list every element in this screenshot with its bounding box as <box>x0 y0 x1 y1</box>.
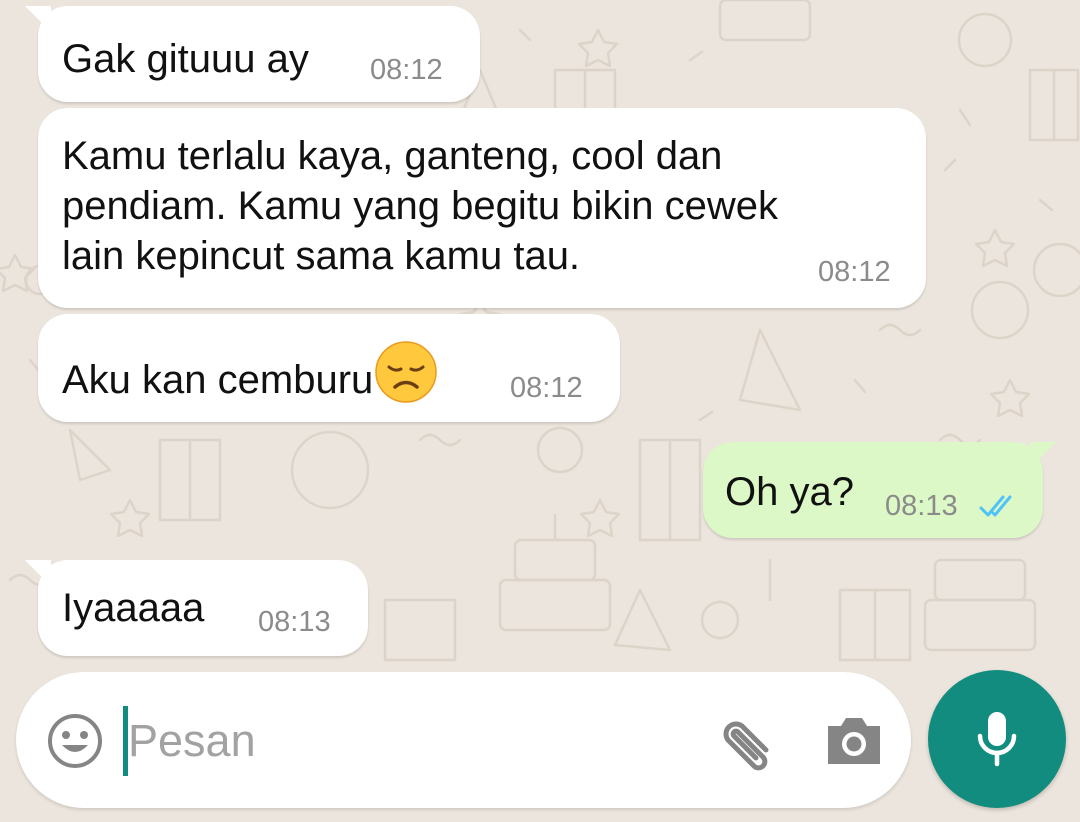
bubble-tail <box>25 6 51 32</box>
voice-record-button[interactable] <box>928 670 1066 808</box>
message-input[interactable] <box>128 706 688 776</box>
message-bubble-outgoing[interactable]: Oh ya? 08:13 <box>703 442 1056 538</box>
message-timestamp: 08:13 <box>885 490 958 522</box>
smiley-icon[interactable] <box>46 712 104 770</box>
message-text: Oh ya? <box>725 470 854 514</box>
microphone-icon <box>977 712 1017 767</box>
message-text: Aku kan cemburu <box>62 341 438 405</box>
message-bubble-incoming[interactable]: Kamu terlalu kaya, ganteng, cool dan pen… <box>38 108 926 308</box>
message-text: pendiam. Kamu yang begitu bikin cewek <box>62 184 778 228</box>
message-timestamp: 08:12 <box>510 372 583 404</box>
message-text-content: Aku kan cemburu <box>62 358 374 402</box>
message-text: Iyaaaaa <box>62 586 205 630</box>
bubble-tail <box>25 560 51 586</box>
paperclip-icon[interactable] <box>710 708 780 774</box>
message-text: lain kepincut sama kamu tau. <box>62 234 581 278</box>
message-composer <box>16 672 911 808</box>
message-text: Kamu terlalu kaya, ganteng, cool dan <box>62 134 723 178</box>
message-timestamp: 08:13 <box>258 606 331 638</box>
disappointed-face-emoji-icon <box>375 341 438 403</box>
camera-icon[interactable] <box>824 710 884 770</box>
message-bubble-incoming[interactable]: Iyaaaaa 08:13 <box>25 560 368 656</box>
message-timestamp: 08:12 <box>370 54 443 86</box>
message-bubble-incoming[interactable]: Gak gituuu ay 08:12 <box>25 6 480 102</box>
read-double-check-icon <box>979 495 1012 517</box>
message-bubble-incoming[interactable]: Aku kan cemburu 08:12 <box>38 314 620 422</box>
message-text: Gak gituuu ay <box>62 37 309 81</box>
message-timestamp: 08:12 <box>818 256 891 288</box>
bubble-tail <box>1030 442 1056 468</box>
